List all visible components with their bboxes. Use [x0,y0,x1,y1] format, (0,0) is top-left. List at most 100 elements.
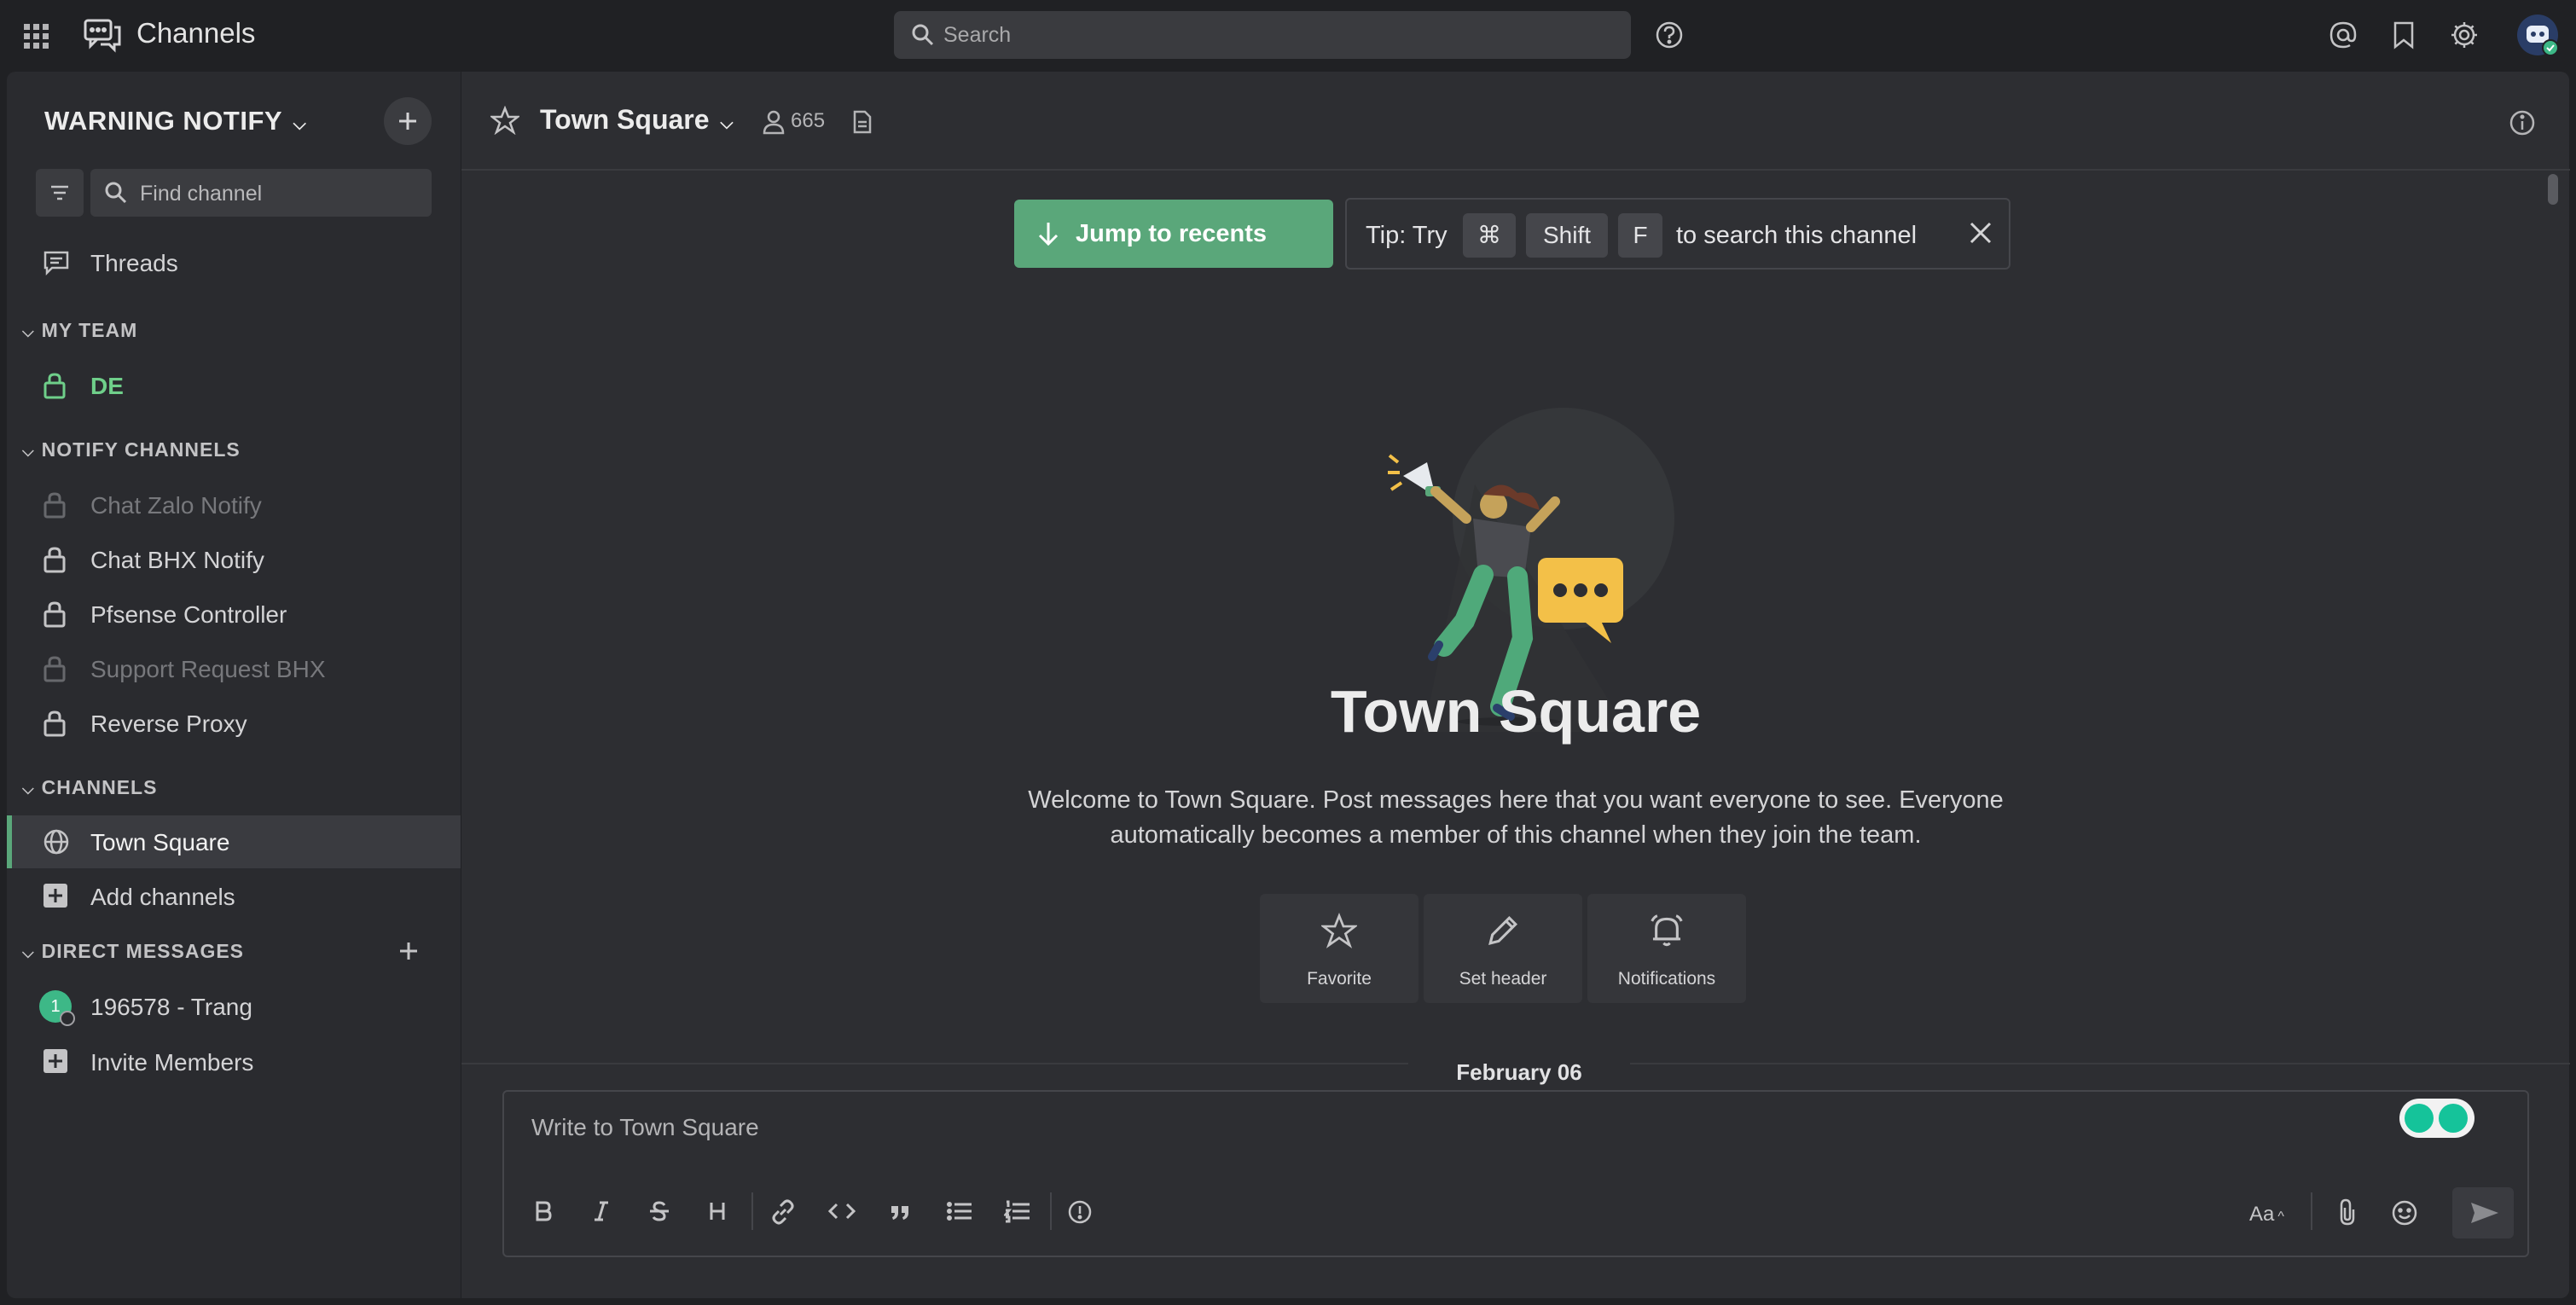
sidebar-item-de[interactable]: DE [7,359,461,412]
lock-icon [43,600,67,628]
section-header-direct-messages[interactable]: ⌵ DIRECT MESSAGES [22,940,244,963]
sidebar-item-label: Invite Members [90,1049,254,1076]
tip-prefix: Tip: Try [1366,222,1448,249]
user-avatar[interactable] [2516,14,2559,56]
sidebar-item-chat-zalo-notify[interactable]: Chat Zalo Notify [7,478,461,531]
code-icon[interactable] [828,1199,856,1223]
close-icon[interactable] [1968,220,1993,246]
lock-icon [43,546,67,573]
add-box-icon [43,1048,68,1074]
sidebar-item-invite-members[interactable]: Invite Members [7,1035,461,1088]
member-count[interactable]: 665 [791,109,825,133]
link-icon[interactable] [770,1199,796,1225]
pencil-icon [1485,913,1521,948]
heading-icon[interactable] [705,1199,729,1223]
sidebar-item-label: DE [90,373,124,399]
quote-icon[interactable] [888,1199,912,1223]
bell-icon [1649,913,1685,948]
section-header-my-team[interactable]: ⌵ MY TEAM [22,319,137,342]
search-input[interactable] [943,11,1609,59]
section-header-channels[interactable]: ⌵ CHANNELS [22,776,157,799]
favorite-action-button[interactable]: Favorite [1260,894,1419,1003]
action-label: Notifications [1617,969,1716,989]
sidebar-item-threads[interactable]: Threads [7,236,461,289]
sidebar-item-support-request-bhx[interactable]: Support Request BHX [7,642,461,695]
saved-messages-icon[interactable] [2392,20,2416,49]
sidebar-item-add-channels[interactable]: Add channels [7,870,461,923]
lock-icon [43,710,67,737]
grammarly-widget[interactable] [2399,1099,2474,1138]
search-tip-banner: Tip: Try ⌘ Shift F to search this channe… [1345,198,2010,270]
sidebar: WARNING NOTIFY ⌵ Find channel Threads ⌵ M… [7,72,461,1298]
date-separator: February 06 [1408,1059,1630,1086]
search-icon [104,181,128,205]
notifications-action-button[interactable]: Notifications [1587,894,1746,1003]
channel-name-menu[interactable]: Town Square ⌵ [540,104,734,136]
sidebar-item-label: Town Square [90,829,230,856]
key-f: F [1618,213,1662,258]
channel-header: Town Square ⌵ 665 [461,72,2570,171]
plus-icon [399,113,416,130]
message-priority-icon[interactable] [1067,1199,1093,1225]
formatting-toggle-button[interactable]: Aa ^ [2249,1203,2284,1227]
sidebar-item-pfsense-controller[interactable]: Pfsense Controller [7,588,461,641]
jump-to-recents-label: Jump to recents [1076,220,1267,247]
key-cmd: ⌘ [1463,213,1516,258]
section-header-notify-channels[interactable]: ⌵ NOTIFY CHANNELS [22,438,241,461]
message-composer: Aa^ [502,1090,2529,1257]
send-button[interactable] [2452,1187,2514,1238]
settings-gear-icon[interactable] [2450,20,2479,49]
favorite-star-icon[interactable] [490,106,519,135]
section-header-label: CHANNELS [41,776,158,798]
numbered-list-icon[interactable] [1004,1199,1031,1223]
bold-icon[interactable] [531,1199,555,1223]
sidebar-item-label: Chat BHX Notify [90,547,264,573]
mentions-icon[interactable] [2329,20,2358,49]
action-label: Favorite [1307,969,1372,989]
sidebar-item-label: Support Request BHX [90,656,326,682]
help-icon[interactable] [1655,20,1684,49]
sidebar-item-chat-bhx-notify[interactable]: Chat BHX Notify [7,533,461,586]
sidebar-item-dm-196578-trang[interactable]: 1 196578 - Trang [7,980,461,1033]
sidebar-item-label: Reverse Proxy [90,710,247,737]
jump-to-recents-button[interactable]: Jump to recents [1014,200,1333,268]
channel-info-icon[interactable] [2509,109,2536,136]
toolbar-divider [751,1192,753,1230]
global-search[interactable] [894,11,1631,59]
sidebar-item-reverse-proxy[interactable]: Reverse Proxy [7,697,461,750]
plus-icon [400,942,417,960]
app-title: Channels [136,17,256,49]
add-channel-button[interactable] [384,97,432,145]
set-header-action-button[interactable]: Set header [1424,894,1582,1003]
add-direct-message-button[interactable] [396,938,421,964]
search-icon [911,23,935,47]
attachment-icon[interactable] [2336,1198,2358,1227]
italic-icon[interactable] [589,1199,613,1223]
message-list-scrollbar[interactable] [2548,174,2558,205]
channel-filter-button[interactable] [36,169,84,217]
emoji-icon[interactable] [2391,1199,2418,1227]
chevron-down-icon: ⌵ [293,115,307,134]
threads-icon [43,249,70,276]
channel-intro-title: Town Square [1330,678,1702,745]
sidebar-item-town-square[interactable]: Town Square [7,815,461,868]
message-input[interactable] [531,1114,2408,1165]
members-icon[interactable] [762,109,786,135]
channel-files-icon[interactable] [852,109,873,135]
strikethrough-icon[interactable] [647,1199,671,1223]
bulleted-list-icon[interactable] [946,1199,973,1223]
find-channel-button[interactable]: Find channel [90,169,432,217]
star-icon [1321,913,1357,948]
grammarly-g-icon [2439,1104,2468,1133]
key-shift: Shift [1526,213,1608,258]
toolbar-divider [2311,1192,2312,1230]
lock-icon [43,372,67,399]
team-name-label: WARNING NOTIFY [44,106,282,136]
toolbar-divider [1050,1192,1052,1230]
app-grid-icon[interactable] [24,24,49,49]
channels-app-icon [84,19,121,53]
chevron-down-icon: ⌵ [22,780,35,798]
globe-icon [43,828,70,856]
team-name-menu[interactable]: WARNING NOTIFY ⌵ [44,106,306,136]
chevron-down-icon: ⌵ [22,323,35,340]
